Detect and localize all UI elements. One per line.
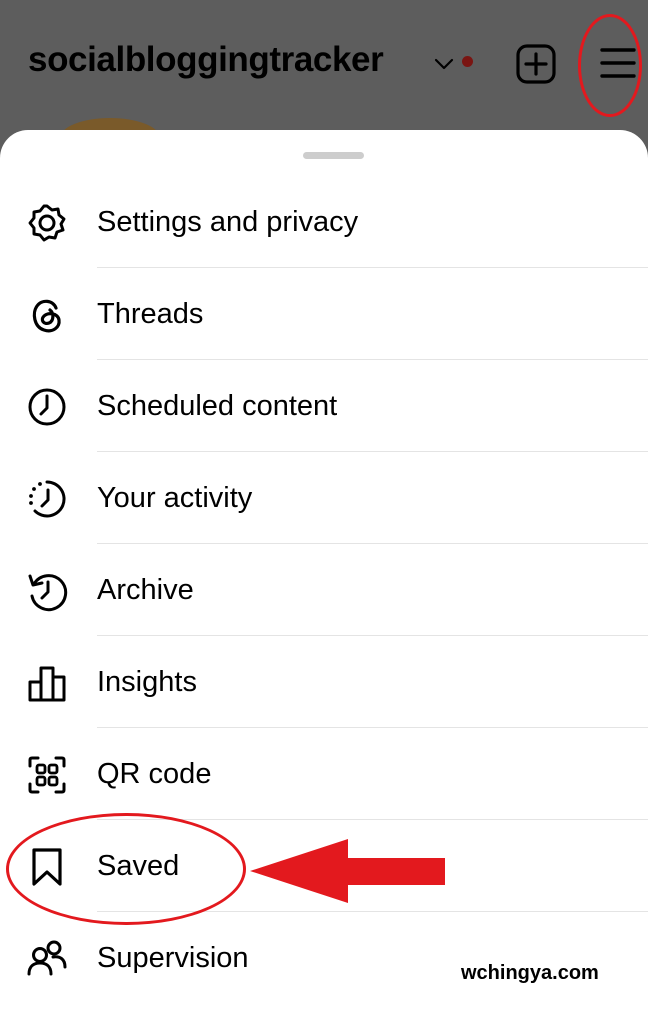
bar-chart-icon — [28, 666, 66, 702]
menu-item-threads[interactable]: Threads — [0, 268, 648, 360]
clock-icon — [28, 388, 66, 426]
settings-gear-icon — [28, 204, 66, 242]
archive-history-icon — [28, 574, 68, 612]
menu-item-your-activity[interactable]: Your activity — [0, 452, 648, 544]
menu-item-archive[interactable]: Archive — [0, 544, 648, 636]
menu-bottom-sheet: Settings and privacy Threads Scheduled c… — [0, 130, 648, 1024]
menu-item-label: Your activity — [97, 482, 253, 514]
menu-highlight-circle — [578, 14, 642, 117]
qr-code-icon — [28, 756, 66, 794]
menu-item-insights[interactable]: Insights — [0, 636, 648, 728]
plus-square-icon[interactable] — [515, 43, 557, 85]
threads-icon — [32, 299, 61, 333]
sheet-drag-handle[interactable] — [303, 152, 364, 159]
menu-item-scheduled-content[interactable]: Scheduled content — [0, 360, 648, 452]
account-username[interactable]: socialbloggingtracker — [28, 40, 384, 80]
menu-item-label: Supervision — [97, 942, 249, 974]
menu-item-qr-code[interactable]: QR code — [0, 728, 648, 820]
saved-highlight-oval — [6, 813, 246, 925]
menu-item-label: Insights — [97, 666, 197, 698]
menu-item-label: Scheduled content — [97, 390, 338, 422]
menu-item-label: Archive — [97, 574, 194, 606]
profile-header: socialbloggingtracker — [0, 0, 648, 158]
menu-item-supervision[interactable]: Supervision — [0, 912, 648, 1004]
watermark: wchingya.com — [461, 962, 599, 984]
menu-item-label: Threads — [97, 298, 204, 330]
menu-item-settings-and-privacy[interactable]: Settings and privacy — [0, 176, 648, 268]
activity-icon — [29, 480, 66, 518]
chevron-down-icon[interactable] — [432, 56, 456, 72]
menu-item-label: QR code — [97, 758, 212, 790]
notification-dot — [462, 56, 473, 67]
red-arrow-annotation — [250, 839, 445, 903]
menu-item-label: Settings and privacy — [97, 206, 359, 238]
supervision-people-icon — [27, 940, 67, 976]
